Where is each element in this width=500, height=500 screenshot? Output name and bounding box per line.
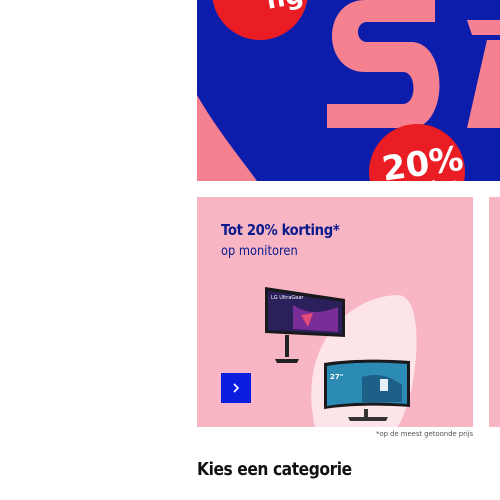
category-heading: Kies een categorie bbox=[197, 459, 352, 480]
monitor-brand-text: LG UltraGear bbox=[271, 295, 304, 301]
monitor-size-text: 27" bbox=[330, 373, 343, 381]
monitor-ultrawide-image: LG UltraGear bbox=[265, 287, 345, 363]
hero-graphic: 20% korting ng bbox=[197, 0, 500, 181]
promo-subtitle: op monitoren bbox=[221, 244, 298, 259]
promo-card-next-peek[interactable] bbox=[487, 197, 500, 427]
chevron-right-icon bbox=[233, 383, 240, 393]
monitor-curved-image: 27" bbox=[324, 359, 410, 421]
promo-title: Tot 20% korting* bbox=[221, 221, 340, 239]
hero-banner[interactable]: 20% korting ng bbox=[197, 0, 500, 181]
promo-footnote: *op de meest getoonde prijs bbox=[376, 430, 474, 438]
promo-card-monitors[interactable]: Tot 20% korting* op monitoren LG UltraGe… bbox=[197, 197, 473, 427]
promo-next-button[interactable] bbox=[221, 373, 251, 403]
